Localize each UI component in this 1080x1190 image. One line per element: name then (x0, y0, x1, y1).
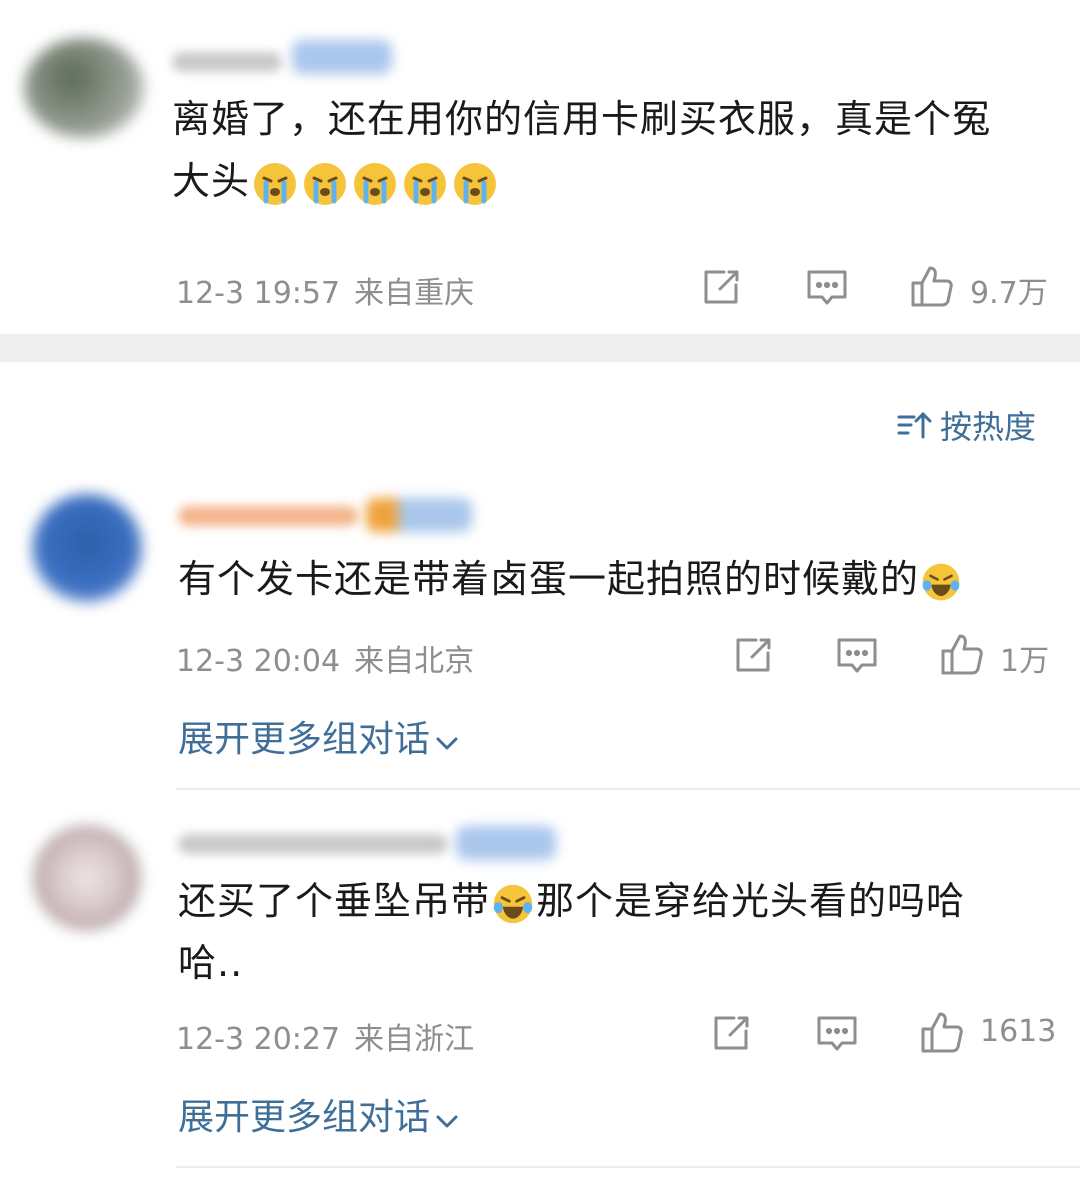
comment-icon[interactable] (836, 636, 878, 680)
comment-meta: 12-3 20:27 来自浙江 (176, 1014, 474, 1058)
timestamp: 12-3 20:04 (176, 644, 341, 679)
avatar[interactable] (24, 38, 144, 138)
share-icon[interactable] (702, 268, 742, 310)
location: 来自浙江 (354, 1022, 475, 1057)
user-badge-blurred (366, 498, 472, 532)
divider (176, 1166, 1080, 1168)
sort-by-hot-button[interactable]: 按热度 (896, 402, 1036, 449)
crying-face-emoji (250, 159, 500, 205)
username-blurred[interactable] (178, 506, 358, 526)
divider (176, 788, 1080, 790)
comment-meta: 12-3 19:57 来自重庆 (176, 268, 474, 312)
sort-icon (896, 409, 934, 449)
user-badge-blurred (292, 40, 392, 74)
like-icon[interactable] (920, 1010, 964, 1058)
sort-label: 按热度 (940, 408, 1037, 446)
username-blurred[interactable] (172, 52, 282, 72)
section-separator (0, 334, 1080, 362)
comment-text: 还买了个垂坠吊带 那个是穿给光头看的吗哈 哈.. (178, 879, 966, 985)
expand-conversation-link[interactable]: 展开更多组对话 (178, 710, 460, 762)
timestamp: 12-3 19:57 (176, 276, 341, 311)
laughing-tears-emoji (919, 557, 963, 601)
like-icon[interactable] (910, 264, 954, 312)
location: 来自北京 (354, 644, 475, 679)
like-count: 1万 (1000, 644, 1050, 679)
comment-text: 有个发卡还是带着卤蛋一起拍照的时候戴的 (178, 548, 1058, 610)
location: 来自重庆 (354, 276, 475, 311)
chevron-down-icon (434, 721, 460, 762)
chevron-down-icon (434, 1099, 460, 1140)
share-icon[interactable] (734, 636, 774, 678)
comment-icon[interactable] (816, 1014, 858, 1058)
comment-text: 离婚了，还在用你的信用卡刷买衣服，真是个冤 大头 (172, 97, 992, 205)
like-count: 9.7万 (970, 276, 1048, 311)
laughing-tears-emoji (490, 879, 536, 923)
expand-conversation-link[interactable]: 展开更多组对话 (178, 1088, 460, 1140)
comment-meta: 12-3 20:04 来自北京 (176, 636, 474, 680)
username-blurred[interactable] (178, 834, 448, 854)
avatar[interactable] (34, 826, 140, 930)
like-count: 1613 (980, 1014, 1057, 1049)
share-icon[interactable] (712, 1014, 752, 1056)
user-badge-blurred (456, 826, 556, 860)
comment-icon[interactable] (806, 268, 848, 312)
like-icon[interactable] (940, 632, 984, 680)
avatar[interactable] (32, 494, 142, 602)
timestamp: 12-3 20:27 (176, 1022, 341, 1057)
